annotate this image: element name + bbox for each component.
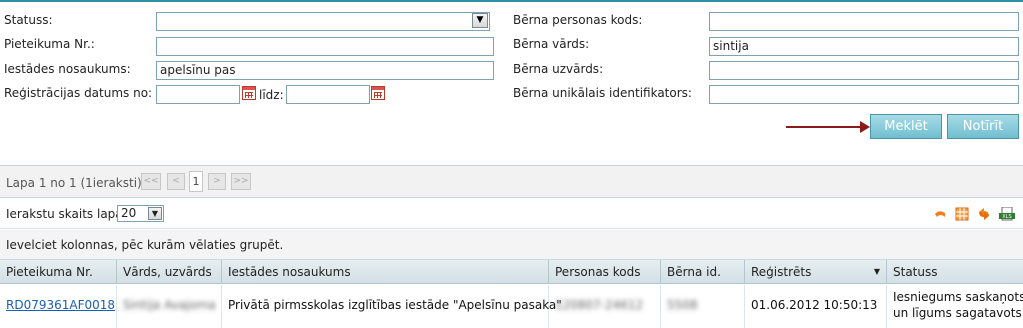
- clear-button[interactable]: Notīrīt: [947, 114, 1019, 139]
- reg-date-to-input[interactable]: [286, 85, 370, 104]
- column-header-institution[interactable]: Iestādes nosaukums: [222, 260, 549, 284]
- column-header-application-no[interactable]: Pieteikuma Nr.: [0, 260, 117, 284]
- child-uid-label: Bērna unikālais identifikators:: [513, 86, 692, 100]
- column-header-registered[interactable]: Reģistrēts ▼: [745, 260, 887, 284]
- application-link[interactable]: RD079361AF0018: [6, 298, 115, 312]
- group-panel[interactable]: Ievelciet kolonnas, pēc kurām vēlaties g…: [0, 230, 1023, 260]
- cell-application-no: RD079361AF0018: [0, 285, 117, 328]
- excel-icon[interactable]: [955, 207, 969, 221]
- calendar-icon[interactable]: [371, 86, 385, 100]
- chevron-down-icon[interactable]: ▼: [148, 207, 162, 220]
- grid-header: Pieteikuma Nr. Vārds, uzvārds Iestādes n…: [0, 260, 1023, 284]
- next-page-button[interactable]: >: [208, 173, 226, 190]
- calendar-icon[interactable]: [242, 86, 256, 100]
- pager-summary: Lapa 1 no 1 (1ieraksti): [6, 176, 142, 190]
- institution-label: Iestādes nosaukums:: [4, 62, 131, 76]
- search-button[interactable]: Meklēt: [870, 114, 942, 139]
- undo-icon[interactable]: [933, 207, 947, 221]
- cell-registered: 01.06.2012 10:50:13: [745, 285, 887, 328]
- cell-institution: Privātā pirmsskolas izglītības iestāde "…: [222, 285, 562, 328]
- column-header-personal-code[interactable]: Personas kods: [549, 260, 661, 284]
- cell-name: Sintija Avajoma: [117, 285, 222, 328]
- first-page-button[interactable]: <<: [141, 173, 161, 190]
- column-header-name[interactable]: Vārds, uzvārds: [117, 260, 222, 284]
- column-header-registered-label: Reģistrēts: [751, 265, 812, 279]
- child-personal-code-label: Bērna personas kods:: [513, 13, 643, 27]
- table-row: RD079361AF0018 Sintija Avajoma Privātā p…: [0, 285, 1023, 328]
- child-name-value: Sintija Avajoma: [123, 298, 216, 312]
- status-label: Statuss:: [4, 13, 53, 27]
- application-no-input[interactable]: [156, 37, 494, 56]
- status-line-2: un līgums sagatavots: [893, 306, 1022, 320]
- reg-date-from-input[interactable]: [156, 85, 240, 104]
- child-name-input[interactable]: sintija: [709, 37, 1019, 56]
- cell-personal-code: 120807-24612: [549, 285, 661, 328]
- status-select[interactable]: [156, 12, 490, 31]
- column-header-status[interactable]: Statuss: [887, 260, 1023, 284]
- page-size-label: Ierakstu skaits lapā:: [6, 207, 127, 221]
- page-size-select[interactable]: 20 ▼: [117, 205, 164, 222]
- cell-status: Iesniegums saskaņots un līgums sagatavot…: [887, 285, 1023, 328]
- column-header-child-id[interactable]: Bērna id.: [661, 260, 745, 284]
- institution-input[interactable]: apelsīnu pas: [156, 61, 494, 80]
- annotation-arrow-head: [860, 121, 870, 133]
- group-hint: Ievelciet kolonnas, pēc kurām vēlaties g…: [6, 238, 284, 252]
- child-surname-label: Bērna uzvārds:: [513, 62, 604, 76]
- cell-child-id: 5508: [661, 285, 745, 328]
- prev-page-button[interactable]: <: [167, 173, 185, 190]
- personal-code-value: 120807-24612: [555, 298, 644, 312]
- application-no-label: Pieteikuma Nr.:: [4, 37, 95, 51]
- page-size-value: 20: [121, 206, 137, 220]
- top-accent-line: [0, 0, 1023, 2]
- sort-desc-icon: ▼: [873, 267, 880, 276]
- reg-date-to-label: līdz:: [259, 88, 284, 102]
- export-xls-icon[interactable]: XLS: [999, 207, 1015, 221]
- svg-text:XLS: XLS: [1002, 214, 1011, 220]
- current-page[interactable]: 1: [189, 171, 203, 192]
- refresh-icon[interactable]: [977, 207, 991, 221]
- child-name-label: Bērna vārds:: [513, 37, 590, 51]
- grid-toolbar: Ierakstu skaits lapā: 20 ▼ XLS: [0, 199, 1023, 229]
- pager-bar: Lapa 1 no 1 (1ieraksti) << < 1 > >>: [0, 165, 1023, 198]
- child-personal-code-input[interactable]: [709, 12, 1019, 31]
- child-surname-input[interactable]: [709, 61, 1019, 80]
- last-page-button[interactable]: >>: [231, 173, 251, 190]
- annotation-arrow: [786, 126, 862, 128]
- reg-date-label: Reģistrācijas datums no:: [4, 86, 153, 100]
- chevron-down-icon[interactable]: ▼: [472, 13, 488, 28]
- child-id-value: 5508: [667, 298, 698, 312]
- child-uid-input[interactable]: [709, 85, 1019, 104]
- status-line-1: Iesniegums saskaņots: [893, 290, 1023, 304]
